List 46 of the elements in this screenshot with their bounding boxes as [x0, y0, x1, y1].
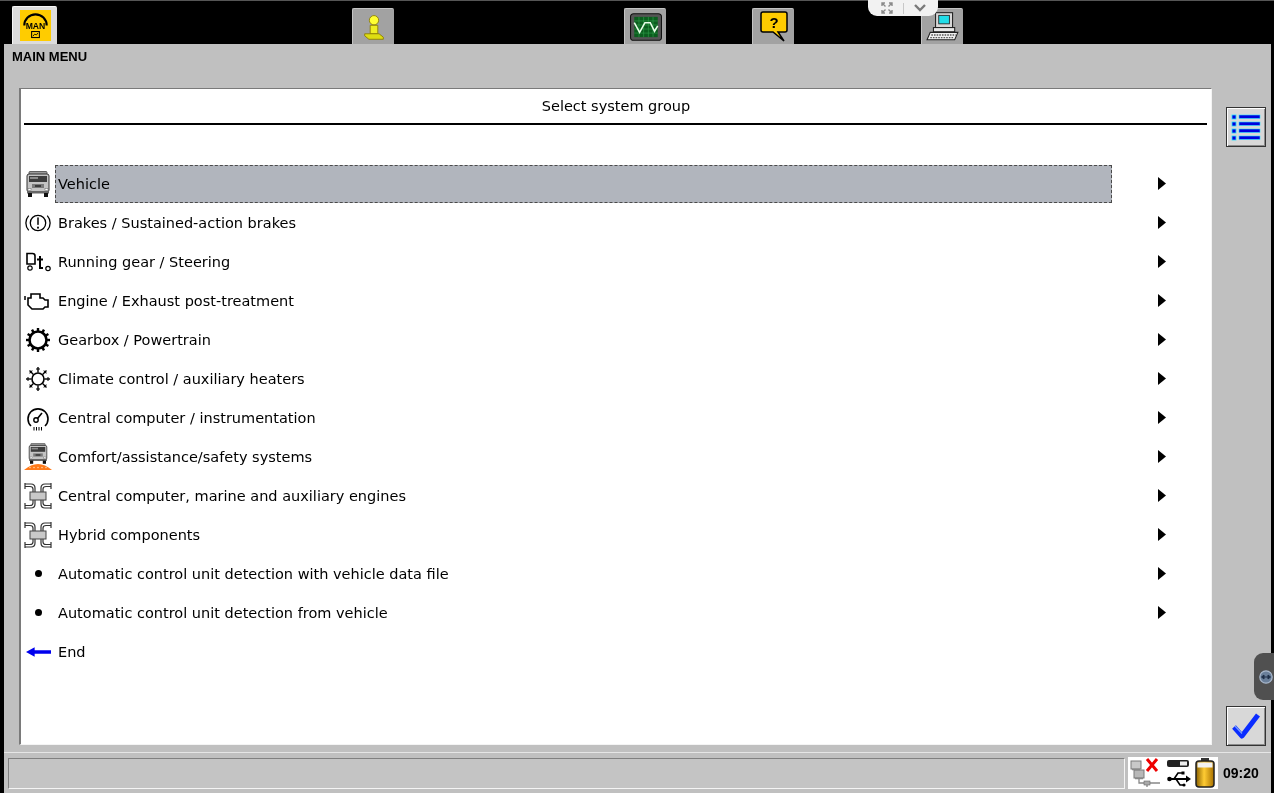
menu-item[interactable]: Running gear / Steering: [55, 242, 234, 281]
chevron-down-icon[interactable]: [913, 4, 926, 12]
menu-item[interactable]: Central computer, marine and auxiliary engines: [55, 476, 409, 515]
menu-item[interactable]: Gearbox / Powertrain: [55, 320, 214, 359]
side-tab[interactable]: [1254, 653, 1274, 700]
wheel-symbols-icon: [25, 251, 51, 272]
oscilloscope-icon: [629, 12, 662, 41]
menu-item[interactable]: Automatic control unit detection with vehicle data file: [55, 554, 452, 593]
list-icon: [1231, 113, 1261, 141]
logo: MAN: [19, 10, 51, 41]
help-icon: ?: [759, 11, 788, 42]
panel-title: Select system group: [541, 97, 691, 115]
snowflake-icon: [25, 365, 51, 392]
menu-item[interactable]: Brakes / Sustained-action brakes: [55, 203, 299, 242]
menu-item[interactable]: End: [55, 632, 89, 671]
expand-icon[interactable]: [880, 2, 893, 14]
menu-item[interactable]: Hybrid components: [55, 515, 204, 554]
engine-icon: [24, 291, 52, 310]
menu-item[interactable]: Central computer / instrumentation: [55, 398, 319, 437]
window-title: MAIN MENU: [12, 49, 88, 65]
menu-item[interactable]: Comfort/assistance/safety systems: [55, 437, 316, 476]
toolbar-tab[interactable]: MAN: [12, 6, 57, 44]
bullet-icon: [34, 570, 42, 577]
menu-item[interactable]: Climate control / auxiliary heaters: [55, 359, 308, 398]
menu-item[interactable]: Automatic control unit detection from vehicle: [55, 593, 391, 632]
toolbar-tab[interactable]: [921, 8, 963, 44]
bullet-icon: [34, 609, 42, 616]
clock-time: 09:20: [1223, 765, 1259, 781]
usb-icon: [1165, 759, 1192, 787]
checkmark-icon: [1231, 712, 1261, 740]
menu-item[interactable]: Vehicle: [55, 164, 1112, 203]
menu-item[interactable]: Engine / Exhaust post-treatment: [55, 281, 297, 320]
battery-icon: [1195, 758, 1215, 788]
arrows-circle-icon: [1258, 669, 1273, 684]
truck-icon: [24, 443, 52, 470]
confirm-button[interactable]: [1226, 706, 1266, 746]
toolbar-tab[interactable]: [624, 8, 666, 44]
gear-icon: [25, 326, 51, 353]
info-icon: [362, 12, 385, 41]
truck-icon: [26, 170, 50, 197]
connector-icon: [24, 481, 52, 510]
arrow-left-icon: [25, 646, 51, 657]
connector-icon: [24, 520, 52, 549]
list-button[interactable]: [1226, 107, 1266, 147]
toolbar-tab[interactable]: ?: [752, 8, 794, 44]
computer-icon: [925, 12, 960, 41]
